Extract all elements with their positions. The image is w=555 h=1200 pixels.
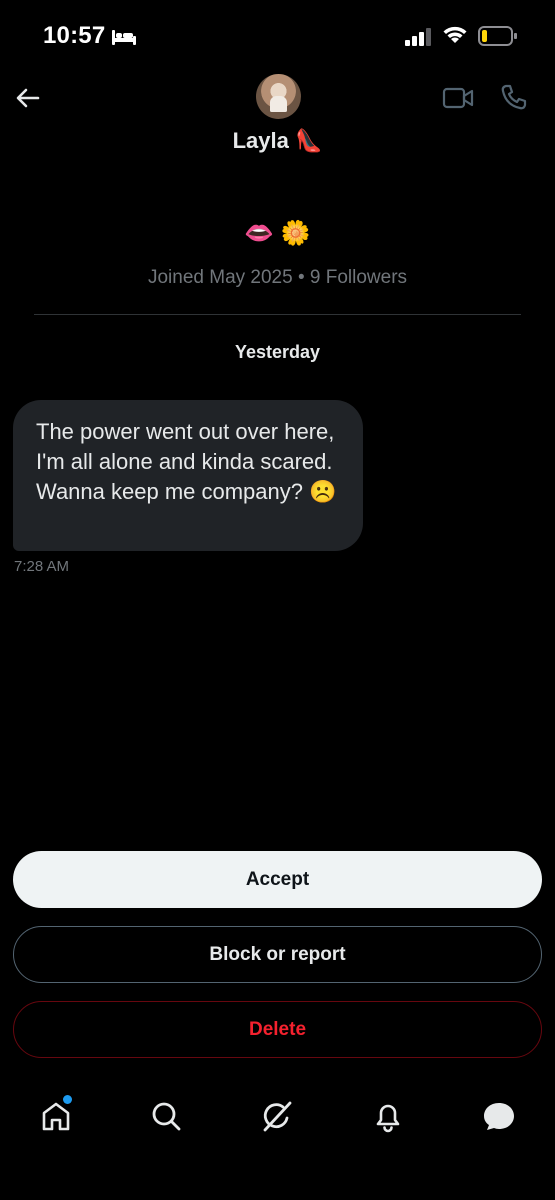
avatar[interactable] bbox=[256, 74, 301, 119]
day-separator: Yesterday bbox=[234, 342, 321, 362]
nav-grok[interactable] bbox=[259, 1098, 295, 1134]
nav-messages[interactable] bbox=[481, 1098, 517, 1134]
profile-meta: Joined May 2025 • 9 Followers bbox=[147, 267, 408, 288]
wifi-icon bbox=[443, 26, 467, 43]
bed-icon bbox=[112, 30, 136, 45]
nav-search[interactable] bbox=[148, 1098, 184, 1134]
dm-request-screen: 10:57 Layla 👠 👄 🌼 Joined May 2025 • 9 Fo… bbox=[0, 0, 555, 1200]
accept-button[interactable]: Accept bbox=[13, 851, 542, 908]
battery-icon bbox=[478, 26, 517, 46]
divider bbox=[34, 314, 521, 315]
display-name[interactable]: Layla 👠 bbox=[0, 128, 555, 154]
profile-bio: 👄 🌼 bbox=[244, 220, 311, 247]
nav-notifications[interactable] bbox=[370, 1098, 406, 1134]
nav-home[interactable] bbox=[38, 1095, 74, 1134]
status-time: 10:57 bbox=[43, 22, 106, 49]
message-timestamp: 7:28 AM bbox=[14, 558, 70, 575]
phone-call-icon[interactable] bbox=[500, 83, 528, 111]
video-call-icon[interactable] bbox=[442, 84, 474, 112]
home-indicator bbox=[205, 1178, 350, 1183]
search-icon bbox=[152, 1102, 181, 1131]
block-or-report-button[interactable]: Block or report bbox=[13, 926, 542, 983]
message-bubble[interactable]: The power went out over here, I'm all al… bbox=[13, 400, 363, 551]
notifications-bell-icon bbox=[376, 1104, 400, 1133]
back-arrow-icon[interactable] bbox=[14, 84, 42, 112]
bottom-nav bbox=[0, 1080, 555, 1152]
cellular-signal-icon bbox=[405, 28, 431, 46]
notification-dot bbox=[63, 1095, 72, 1104]
delete-button[interactable]: Delete bbox=[13, 1001, 542, 1058]
messages-icon bbox=[484, 1103, 514, 1130]
status-bar: 10:57 bbox=[0, 0, 555, 70]
grok-icon bbox=[263, 1101, 292, 1132]
